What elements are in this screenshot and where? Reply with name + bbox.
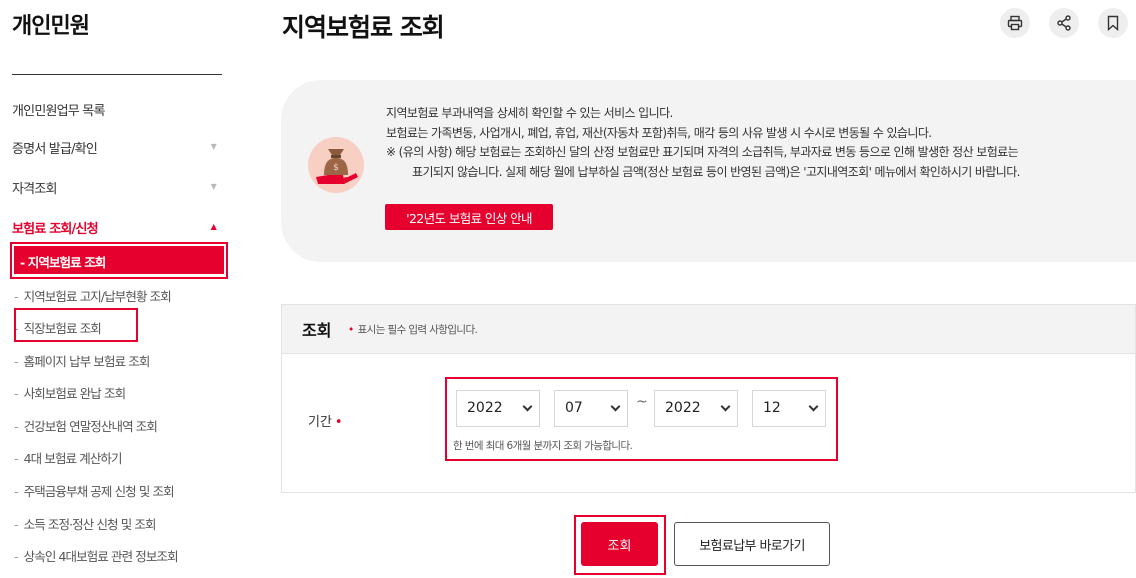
- sidebar-item-label: 자격조회: [12, 182, 57, 197]
- info-line: ※ (유의 사항) 해당 보험료는 조회하신 달의 산정 보험료만 표기되며 자…: [386, 145, 1019, 159]
- required-note-text: 표시는 필수 입력 사항입니다.: [357, 324, 478, 336]
- sub-item-label: 건강보험 연말정산내역 조회: [23, 419, 158, 434]
- chevron-up-icon: ▲: [210, 222, 217, 231]
- search-form-header: 조회 • 표시는 필수 입력 사항입니다.: [281, 304, 1136, 354]
- print-icon[interactable]: [1000, 8, 1030, 38]
- info-line: 보험료는 가족변동, 사업개시, 폐업, 휴업, 재산(자동차 포함)취득, 매…: [386, 125, 932, 140]
- sub-item-housing-debt[interactable]: - 주택금융부채 공제 신청 및 조회: [14, 481, 175, 500]
- sub-item-label: 지역보험료 고지/납부현황 조회: [23, 289, 172, 304]
- sidebar-item-premium[interactable]: 보험료 조회/신청 ▲: [12, 218, 222, 237]
- premium-increase-notice-button[interactable]: '22년도 보험료 인상 안내: [385, 204, 553, 230]
- chevron-down-icon: ▼: [210, 142, 217, 151]
- dash-icon: -: [14, 289, 18, 304]
- highlight-box: [445, 377, 838, 461]
- sub-item-year-end[interactable]: - 건강보험 연말정산내역 조회: [14, 416, 158, 435]
- sub-item-label: 주택금융부채 공제 신청 및 조회: [23, 484, 175, 499]
- sub-item-label: 홈페이지 납부 보험료 조회: [23, 354, 151, 369]
- sub-item-label: 소득 조정·정산 신청 및 조회: [23, 517, 157, 532]
- dash-icon: -: [14, 386, 18, 401]
- bookmark-icon[interactable]: [1098, 8, 1128, 38]
- sub-item-label: 상속인 4대보험료 관련 정보조회: [23, 549, 179, 564]
- highlight-box: [574, 515, 666, 575]
- highlight-box: [14, 308, 138, 342]
- svg-text:$: $: [333, 163, 339, 173]
- dash-icon: -: [14, 451, 18, 466]
- sub-item-heir-info[interactable]: - 상속인 4대보험료 관련 정보조회: [14, 546, 179, 565]
- sub-item-calculator[interactable]: -4대 보험료 계산하기: [14, 448, 123, 467]
- form-title: 조회: [302, 321, 332, 340]
- required-dot-icon: •: [348, 324, 354, 336]
- period-label: 기간 •: [308, 411, 343, 430]
- info-text: 지역보험료 부과내역을 상세히 확인할 수 있는 서비스 입니다. 보험료는 가…: [386, 104, 1020, 182]
- sub-item-label: 사회보험료 완납 조회: [23, 386, 126, 401]
- dash-icon: -: [14, 549, 18, 564]
- sub-item-full-payment[interactable]: - 사회보험료 완납 조회: [14, 383, 126, 402]
- page-title: 지역보험료 조회: [282, 13, 445, 42]
- highlight-box: [10, 242, 228, 279]
- chevron-down-icon: ▼: [210, 182, 217, 191]
- dash-icon: -: [14, 517, 18, 532]
- payment-shortcut-button[interactable]: 보험료납부 바로가기: [674, 522, 830, 566]
- sidebar-divider: [12, 74, 222, 75]
- sub-item-income-adjust[interactable]: - 소득 조정·정산 신청 및 조회: [14, 514, 156, 533]
- sub-item-web-payment[interactable]: - 홈페이지 납부 보험료 조회: [14, 351, 151, 370]
- money-bag-icon: $: [308, 137, 364, 193]
- sidebar-item-label: 보험료 조회/신청: [12, 222, 99, 237]
- info-line: 지역보험료 부과내역을 상세히 확인할 수 있는 서비스 입니다.: [386, 106, 673, 120]
- sidebar-item-label: 증명서 발급/확인: [12, 142, 98, 157]
- sidebar-item-qualification[interactable]: 자격조회 ▼: [12, 178, 222, 197]
- sidebar-title: 개인민원: [12, 14, 90, 39]
- sidebar-item-label: 개인민원업무 목록: [12, 104, 105, 119]
- dash-icon: -: [14, 419, 18, 434]
- dash-icon: -: [14, 484, 18, 499]
- info-line: 표기되지 않습니다. 실제 해당 월에 납부하실 금액(정산 보험료 등이 반영…: [412, 164, 1020, 179]
- dash-icon: -: [14, 354, 18, 369]
- required-note: • 표시는 필수 입력 사항입니다.: [348, 322, 478, 337]
- sidebar-item-certificate[interactable]: 증명서 발급/확인 ▼: [12, 138, 222, 157]
- sub-item-label: 4대 보험료 계산하기: [23, 451, 123, 466]
- sub-item-regional-notice[interactable]: - 지역보험료 고지/납부현황 조회: [14, 286, 172, 305]
- sidebar-item-civil-list[interactable]: 개인민원업무 목록: [12, 100, 222, 119]
- period-label-text: 기간: [308, 415, 332, 430]
- required-dot-icon: •: [334, 415, 343, 430]
- share-icon[interactable]: [1049, 8, 1079, 38]
